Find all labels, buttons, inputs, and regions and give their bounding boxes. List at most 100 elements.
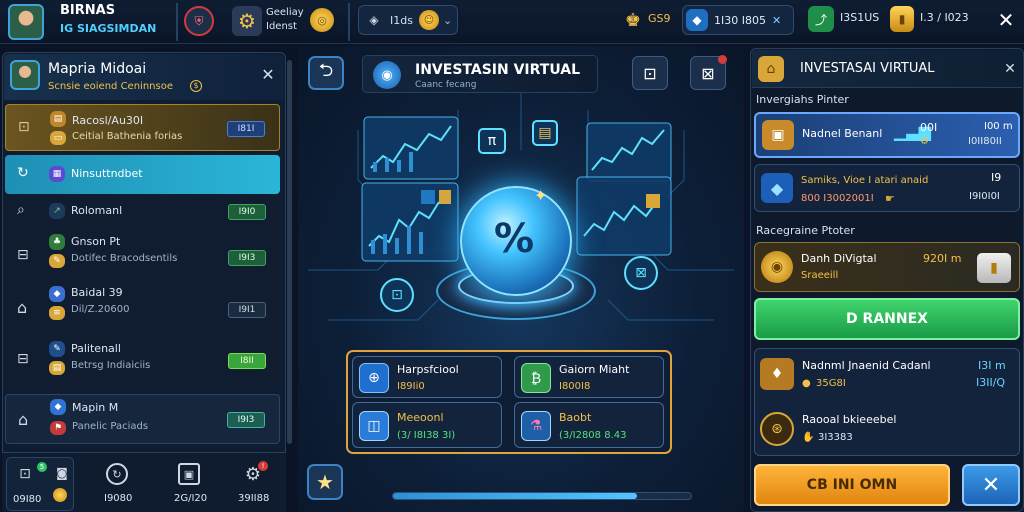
holo-screen-right-top [586,122,672,182]
menu-item-palitenall[interactable]: ⊟ ✎ ▤ Palitenall Betrsg Indiaiciis I8II [5,338,280,384]
offer-card-4[interactable]: ♦ Nadnml Jnaenid Cadanl ● 35G8I I3I m I3… [756,350,1018,400]
stat-chip-2: ◆ 1I30 I805 ✕ [682,5,794,35]
advisor-avatar [10,60,40,90]
bottom-stat-2: I9080 [104,493,133,504]
flag-icon: ⚑ [50,421,66,435]
bottom-tab-3[interactable]: ▣ 2G/I20 [156,457,222,511]
golden-egg-icon: ◉ [761,251,793,283]
info-box-1-value: I89Ii0 [397,381,425,392]
lock-icon: ⊡ [18,119,30,135]
close-panel-icon[interactable]: ✕ [258,64,278,84]
gear-icon[interactable]: ⚙ [232,6,262,36]
left-scrollbar[interactable] [287,60,292,444]
player-avatar[interactable] [8,4,44,40]
close-right-panel-icon[interactable]: ✕ [1000,59,1020,79]
menu-item-value: I9I3 [227,412,265,428]
menu-item-title: Rolomanl [71,204,123,217]
camera-icon: ◙ [56,466,68,480]
menu-item-title: Gnson Pt [71,235,121,248]
menu-item-sub: Betrsg Indiaiciis [71,360,151,371]
coin-icon[interactable]: ◎ [310,8,334,32]
section-title-1: Invergiahs Pinter [756,93,849,106]
coin-label-bottom: Idenst [266,21,297,32]
inbox-icon: ⊟ [17,351,29,367]
menu-item-title: Ninsuttndbet [71,167,143,180]
menu-item-title: Mapin M [72,401,119,414]
bottom-tab-2[interactable]: ↻ I9080 [82,457,148,511]
coin-smile-icon: ☺ [418,10,439,30]
badge-icon: 5 [37,462,47,472]
menu-item-racosl[interactable]: ⊡ ▤ ▭ Racosl/Au30I Ceitial Bathenia fori… [5,104,280,151]
offer-2-sub: 800 I3002001I [801,193,874,204]
center-scroll-thumb[interactable] [393,493,637,499]
holo-screen-left-top [363,116,459,180]
chevron-down-icon: ⌄ [442,13,453,27]
coin-label-top: Geeliay [266,7,304,18]
center-subtitle: Caanc fecang [415,80,477,90]
folder-icon: ▭ [50,131,66,145]
offer-card-3[interactable]: ◉ Danh DiVigtal Sraeeill 920I m ▮ [754,242,1020,292]
favorite-star-button[interactable]: ★ [307,464,343,500]
handshake-icon: ✋ [802,432,815,443]
shield-icon[interactable]: ⛨ [184,6,214,36]
info-box-2-title: Gaiorn Miaht [559,363,630,376]
menu-item-gnson[interactable]: ⊟ ♣ ✎ Gnson Pt Dotifec Bracodsentils I9I… [5,232,280,280]
gold-bar-icon[interactable]: ▮ [890,6,914,32]
menu-item-sub: Panelic Paciads [72,421,149,432]
back-button[interactable]: ⮌ [308,56,344,90]
close-icon[interactable]: ✕ [992,6,1020,34]
menu-item-baidal[interactable]: ⌂ ◆ ≡ Baidal 39 Dil/Z.20600 I9I1 [5,284,280,334]
confirm-label: CB INI OMN [806,477,898,493]
confirm-button[interactable]: CB INI OMN [754,464,950,506]
filter-dropdown[interactable]: ◈ I1ds ☺ ⌄ [358,5,458,35]
offer-3-sub: Sraeeill [801,270,839,281]
chart-up-icon[interactable]: ⤴ [808,6,834,32]
chest-icon: ▤ [50,111,66,127]
info-box-3-value: (3/ I8I38 3I) [397,430,456,441]
pi-icon: π [478,128,506,154]
coins-icon: ▤ [49,361,65,375]
diamond-icon: ◆ [761,173,793,203]
trophy-icon[interactable]: ♚ [622,6,644,34]
menu-item-title: Baidal 39 [71,286,123,299]
menu-item-sub: Dil/Z.20600 [71,304,130,315]
shop-icon: ⌂ [758,56,784,82]
info-box-4[interactable]: ⚗ Baobt (3/I2808 8.43 [514,402,664,448]
refresh-icon: ↻ [106,463,128,485]
menu-item-value: I9I0 [228,204,266,220]
info-box-1[interactable]: ⊕ Harpsfciool I89Ii0 [352,356,502,398]
bottom-stat-3: 2G/I20 [174,493,208,504]
menu-item-rolomanl[interactable]: ⌕ ↗ Rolomanl I9I0 [5,198,280,226]
center-title-bar: ◉ INVESTASIN VIRTUAL Caanc fecang [362,55,598,93]
chart-badge-icon: ⊕ [359,363,389,393]
green-action-button[interactable]: D RANNEX [754,298,1020,340]
orb-symbol: % [494,216,535,262]
menu-item-mapin[interactable]: ⌂ ◆ ⚑ Mapin M Panelic Paciads I9I3 [5,394,280,444]
chart-icon: ↗ [49,203,65,219]
compass-icon: ⊛ [760,412,794,446]
offer-card-1[interactable]: ▣ Nadnel Benanl ▁▃▆ 00I ⚙ I00 m I0II80II [754,112,1020,158]
offer-4-value: I3I m [978,359,1006,372]
center-scroll-track[interactable] [392,492,692,500]
info-box-2[interactable]: ₿ Gaiorn Miaht I800I8 [514,356,664,398]
gold-coin-icon: ▮ [977,253,1011,283]
medal-icon: ⚙ [920,136,929,147]
cancel-button[interactable]: ✕ [962,464,1020,506]
menu-item-ninsuttndbet[interactable]: ↻ ▦ Ninsuttndbet [5,155,280,194]
treasure-chest-icon: ▣ [762,120,794,150]
gem-icon[interactable]: ◆ [686,9,708,31]
info-box-3[interactable]: ◫ Meeoonl (3/ I8I38 3I) [352,402,502,448]
pencil-icon: ✎ [49,254,65,268]
offer-card-2[interactable]: ◆ Samiks, Vioe I atari anaid 800 I300200… [754,164,1020,212]
bottom-tab-inventory[interactable]: ⊡ 5 ◙ 09I80 [6,457,74,511]
bottom-stat-1: 09I80 [13,494,42,505]
bottom-tab-4[interactable]: ⚙ ! 39II88 [224,457,284,511]
store-button[interactable]: ⊡ [632,56,668,90]
search-icon: ⌕ [17,202,25,218]
close-small-icon[interactable]: ✕ [772,14,781,27]
offer-3-value: 920I m [923,252,962,265]
right-panel-header: ⌂ INVESTASAI VIRTUAL ✕ [752,50,1022,88]
stat-4-value: I.3 / I023 [920,11,969,24]
offer-card-5[interactable]: ⊛ Raooal bkieeebel ✋ 3I3383 [756,404,1018,454]
player-subtitle: IG SIAGSIMDAN [60,22,157,35]
